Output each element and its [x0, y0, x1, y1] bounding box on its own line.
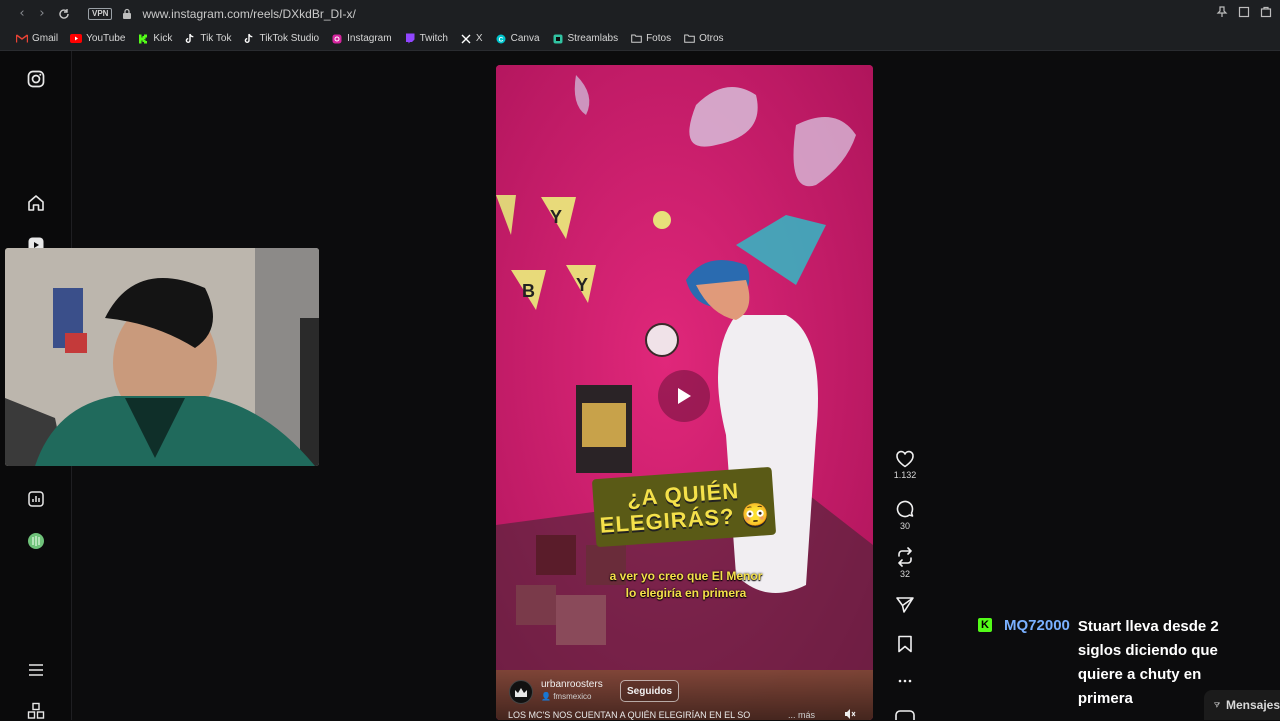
- webcam-overlay: [5, 248, 319, 466]
- bookmark-label: Twitch: [419, 33, 448, 44]
- bookmark-instagram[interactable]: Instagram: [331, 33, 392, 44]
- forward-icon[interactable]: ›: [32, 4, 52, 24]
- toolbar-right: [1216, 6, 1272, 18]
- insights-icon[interactable]: [26, 489, 46, 509]
- bookmark-streamlabs[interactable]: Streamlabs: [552, 33, 619, 44]
- subtitle-line2: lo elegiría en primera: [625, 586, 747, 600]
- overlay-title-line2: ELEGIRÁS? 😳: [599, 501, 771, 538]
- instagram-logo-icon[interactable]: [26, 69, 46, 89]
- folder-icon: [683, 34, 695, 44]
- send-icon: [1214, 702, 1220, 708]
- bookmark-label: Instagram: [347, 33, 392, 44]
- svg-text:Y: Y: [576, 275, 588, 295]
- bookmark-label: TikTok Studio: [259, 33, 320, 44]
- subtitle-line1: a ver yo creo que El Menor: [609, 569, 763, 583]
- extensions-icon[interactable]: [1260, 6, 1272, 18]
- bookmark-kick[interactable]: Kick: [137, 33, 172, 44]
- bookmark-label: Tik Tok: [200, 33, 232, 44]
- messages-button[interactable]: Mensajes: [1204, 690, 1280, 720]
- repost-action[interactable]: 32: [890, 547, 920, 579]
- bookmark-gmail[interactable]: Gmail: [16, 33, 58, 44]
- reel-subtitle: a ver yo creo que El Menor lo elegiría e…: [586, 568, 786, 602]
- comments-count: 30: [899, 521, 910, 531]
- meta-ai-icon[interactable]: [26, 531, 46, 551]
- save-action[interactable]: [890, 635, 920, 653]
- streamlabs-icon: [552, 34, 564, 44]
- likes-count: 1.132: [893, 470, 917, 480]
- like-action[interactable]: 1.132: [890, 450, 920, 480]
- svg-text:Y: Y: [550, 207, 562, 227]
- share-icon[interactable]: [895, 596, 915, 614]
- reel-video[interactable]: Y B Y ¿A QUIÉN ELEGIRÁS? 😳 a ver yo creo…: [496, 65, 873, 720]
- x-icon: [460, 34, 472, 44]
- bookmark-icon[interactable]: [897, 635, 913, 653]
- folder-icon: [630, 34, 642, 44]
- site-info-icon[interactable]: [120, 7, 134, 21]
- svg-text:B: B: [522, 281, 535, 301]
- bookmark-label: Fotos: [646, 33, 672, 44]
- bookmark-canva[interactable]: C Canva: [495, 33, 540, 44]
- caption-more-link[interactable]: ... más: [788, 710, 815, 720]
- bookmark-tik-tok[interactable]: Tik Tok: [184, 33, 231, 44]
- audio-action[interactable]: [890, 710, 920, 720]
- back-icon[interactable]: ‹: [12, 4, 32, 24]
- more-options-action[interactable]: [890, 673, 920, 689]
- bookmark-label: Gmail: [32, 33, 59, 44]
- gmail-icon: [16, 34, 28, 44]
- tiktok-icon: [243, 33, 255, 44]
- reload-icon[interactable]: [54, 4, 74, 24]
- chat-username: MQ72000: [1004, 617, 1070, 634]
- account-name[interactable]: urbanroosters: [541, 679, 603, 690]
- account-collab-label: fmsmexico: [553, 692, 592, 701]
- address-bar[interactable]: www.instagram.com/reels/DXkdBr_DI-x/: [142, 7, 355, 21]
- bookmark-label: Streamlabs: [567, 33, 619, 44]
- pin-icon[interactable]: [1216, 6, 1228, 18]
- bookmark-youtube[interactable]: YouTube: [70, 33, 125, 44]
- kick-badge-icon: K: [978, 618, 992, 632]
- svg-text:C: C: [498, 36, 503, 43]
- person-icon: 👤: [541, 692, 551, 701]
- home-icon[interactable]: [26, 193, 46, 213]
- canva-icon: C: [495, 34, 507, 44]
- account-collab[interactable]: 👤 fmsmexico: [541, 692, 591, 701]
- following-button[interactable]: Seguidos: [620, 680, 680, 702]
- menu-icon[interactable]: [26, 660, 46, 680]
- twitch-icon: [404, 33, 416, 44]
- bookmark-tiktok-studio[interactable]: TikTok Studio: [243, 33, 319, 44]
- mute-icon[interactable]: [844, 707, 856, 719]
- heart-icon[interactable]: [895, 450, 915, 468]
- browser-toolbar: ‹ › VPN www.instagram.com/reels/DXkdBr_D…: [0, 0, 1280, 27]
- reel-caption[interactable]: LOS MC'S NOS CUENTAN A QUIÉN ELEGIRÍAN E…: [508, 710, 813, 720]
- bookmark-otros[interactable]: Otros: [683, 33, 724, 44]
- kick-icon: [137, 34, 149, 44]
- comment-icon[interactable]: [895, 499, 915, 519]
- audio-thumbnail-icon[interactable]: [895, 710, 915, 720]
- account-avatar[interactable]: [509, 680, 533, 704]
- youtube-icon: [70, 34, 83, 44]
- screenshot-icon[interactable]: [1238, 6, 1250, 18]
- bookmark-label: Canva: [510, 33, 540, 44]
- webcam-feed-image: [5, 248, 319, 466]
- instagram-icon: [331, 34, 343, 44]
- bookmark-label: YouTube: [86, 33, 126, 44]
- bookmark-fotos[interactable]: Fotos: [630, 33, 671, 44]
- bookmark-label: X: [475, 33, 483, 44]
- reel-overlay-title: ¿A QUIÉN ELEGIRÁS? 😳: [591, 466, 777, 548]
- bookmark-label: Kick: [153, 33, 173, 44]
- share-action[interactable]: [890, 596, 920, 614]
- tiktok-icon: [184, 33, 196, 44]
- bookmark-x[interactable]: X: [460, 33, 483, 44]
- bookmark-label: Otros: [699, 33, 724, 44]
- messages-label: Mensajes: [1225, 698, 1280, 712]
- more-apps-icon[interactable]: [26, 701, 46, 721]
- play-button[interactable]: [658, 370, 710, 422]
- more-icon[interactable]: [897, 673, 913, 689]
- reposts-count: 32: [899, 569, 910, 579]
- bookmark-twitch[interactable]: Twitch: [404, 33, 448, 44]
- vpn-badge[interactable]: VPN: [88, 7, 113, 20]
- comment-action[interactable]: 30: [890, 499, 920, 531]
- repost-icon[interactable]: [895, 547, 915, 567]
- bookmarks-bar: Gmail YouTube Kick Tik Tok TikTok Studio Inst…: [0, 27, 1280, 51]
